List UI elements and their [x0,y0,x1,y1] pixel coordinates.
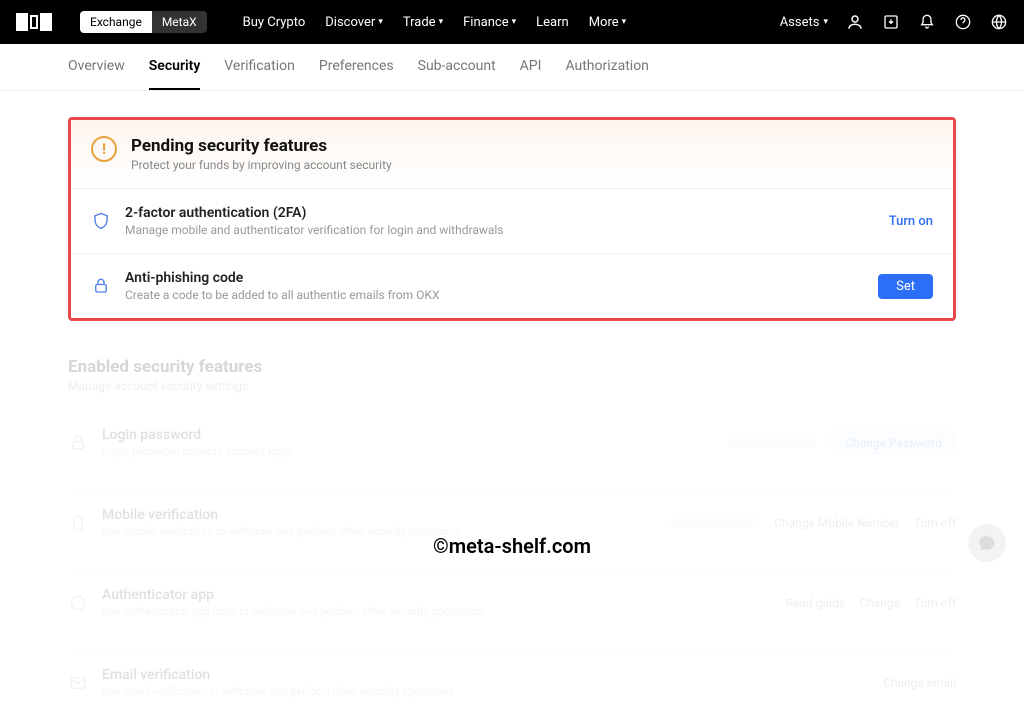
nav-trade[interactable]: Trade▾ [403,15,443,30]
globe-icon[interactable] [990,13,1008,31]
phish-title: Anti-phishing code [125,270,864,286]
mode-toggle: Exchange MetaX [80,11,207,33]
feature-email-verification: Email verification Use email verification… [68,648,956,716]
email-title: Email verification [102,667,869,683]
lock-icon [91,276,111,296]
mode-exchange[interactable]: Exchange [80,11,152,33]
auth-turn-off-link[interactable]: Turn off [914,596,956,610]
warning-icon: ! [91,136,117,162]
feature-authenticator: Authenticator app Use authenticator app c… [68,568,956,636]
tab-subaccount[interactable]: Sub-account [418,44,496,90]
feature-login-password: Login password Login password protects ac… [68,409,956,476]
top-navbar: Exchange MetaX Buy Crypto Discover▾ Trad… [0,0,1024,44]
feature-antiphishing: Anti-phishing code Create a code to be a… [71,253,953,318]
nav-more[interactable]: More▾ [589,15,626,30]
authenticator-icon [68,593,88,613]
bell-icon[interactable] [918,13,936,31]
user-icon[interactable] [846,13,864,31]
nav-learn[interactable]: Learn [536,15,569,30]
status-bar [670,519,760,527]
status-bar [727,439,817,447]
tab-preferences[interactable]: Preferences [319,44,394,90]
auth-desc: Use authenticator app code to withdraw a… [102,605,772,618]
phish-set-button[interactable]: Set [878,274,933,299]
nav-buy-crypto[interactable]: Buy Crypto [243,15,306,30]
mobile-turn-off-link[interactable]: Turn off [914,516,956,530]
nav-finance[interactable]: Finance▾ [463,15,516,30]
mode-metax[interactable]: MetaX [152,11,207,33]
auth-title: Authenticator app [102,587,772,603]
key-icon [68,433,88,453]
pending-subtitle: Protect your funds by improving account … [131,158,392,172]
watermark: ©meta-shelf.com [433,534,591,558]
change-password-button[interactable]: Change Password [831,431,956,455]
account-subnav: Overview Security Verification Preferenc… [0,44,1024,91]
okx-logo[interactable] [16,13,52,31]
tab-verification[interactable]: Verification [224,44,295,90]
mobile-title: Mobile verification [102,507,656,523]
enabled-subtitle: Manage account security settings [68,379,956,393]
tab-authorization[interactable]: Authorization [565,44,648,90]
change-email-link[interactable]: Change email [883,676,956,690]
tab-api[interactable]: API [520,44,542,90]
auth-change-link[interactable]: Change [859,596,900,610]
email-desc: Use email verification to withdraw and p… [102,685,869,698]
feature-2fa: 2-factor authentication (2FA) Manage mob… [71,188,953,253]
twofa-turn-on-link[interactable]: Turn on [889,214,933,229]
login-title: Login password [102,427,713,443]
pending-title: Pending security features [131,136,392,156]
phish-desc: Create a code to be added to all authent… [125,288,864,302]
help-icon[interactable] [954,13,972,31]
login-desc: Login password protects account login [102,445,713,458]
download-icon[interactable] [882,13,900,31]
tab-overview[interactable]: Overview [68,44,125,90]
pending-security-box: ! Pending security features Protect your… [68,117,956,321]
nav-discover[interactable]: Discover▾ [325,15,383,30]
enabled-title: Enabled security features [68,357,956,377]
twofa-desc: Manage mobile and authenticator verifica… [125,223,875,237]
shield-icon [91,211,111,231]
twofa-title: 2-factor authentication (2FA) [125,205,875,221]
mail-icon [68,673,88,693]
assets-dropdown[interactable]: Assets▾ [780,15,828,30]
phone-icon [68,513,88,533]
tab-security[interactable]: Security [149,44,201,90]
change-mobile-link[interactable]: Change Mobile Number [774,516,900,530]
auth-guide-link[interactable]: Read guide [786,596,845,610]
chat-bubble-icon[interactable] [968,524,1006,562]
